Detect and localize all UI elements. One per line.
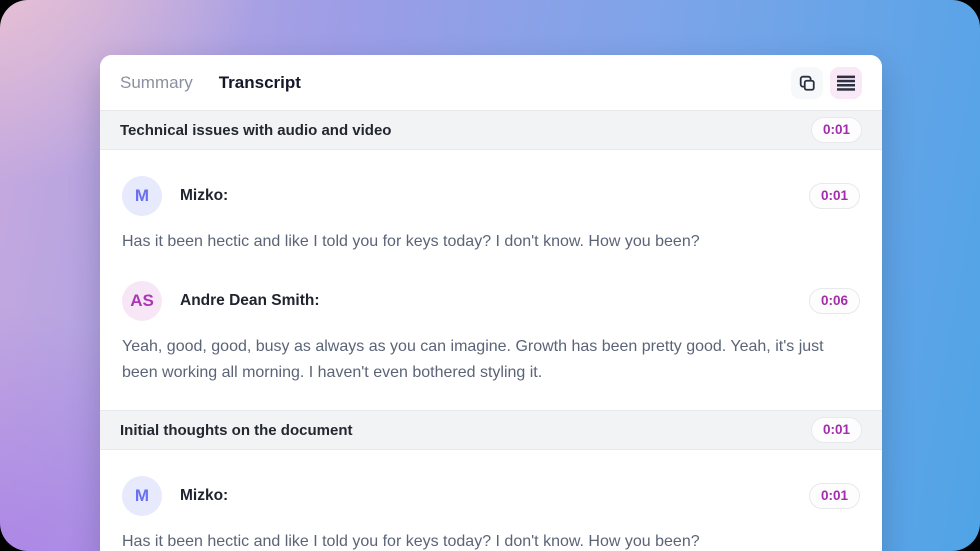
section-messages: M Mizko: 0:01 Has it been hectic and lik…	[100, 150, 882, 410]
section-title: Technical issues with audio and video	[120, 121, 392, 139]
avatar: M	[122, 476, 162, 516]
tab-summary[interactable]: Summary	[120, 73, 193, 93]
section-title: Initial thoughts on the document	[120, 421, 353, 439]
list-view-button[interactable]	[830, 66, 862, 99]
gradient-background: Summary Transcript Technical issues with…	[0, 0, 980, 551]
message-header: AS Andre Dean Smith: 0:06	[122, 281, 860, 321]
message-text: Has it been hectic and like I told you f…	[122, 233, 700, 250]
speaker-name: Mizko:	[180, 487, 229, 504]
message-timestamp-badge[interactable]: 0:01	[808, 183, 860, 209]
section-header-technical-issues[interactable]: Technical issues with audio and video 0:…	[100, 110, 882, 150]
header-actions	[791, 66, 862, 99]
speaker-name: Andre Dean Smith:	[180, 292, 320, 309]
copy-button[interactable]	[791, 66, 823, 99]
transcript-panel: Summary Transcript Technical issues with…	[100, 55, 882, 551]
transcript-section: Technical issues with audio and video 0:…	[100, 110, 882, 410]
avatar: AS	[122, 281, 162, 321]
list-icon	[837, 75, 855, 91]
panel-header: Summary Transcript	[100, 55, 882, 110]
message-andre-1: AS Andre Dean Smith: 0:06 Yeah, good, go…	[100, 255, 882, 386]
message-mizko-2: M Mizko: 0:01 Has it been hectic and lik…	[100, 450, 882, 551]
tab-transcript[interactable]: Transcript	[219, 73, 301, 93]
speaker-name: Mizko:	[180, 187, 229, 204]
message-text: Yeah, good, good, busy as always as you …	[122, 338, 824, 381]
section-timestamp-badge[interactable]: 0:01	[810, 117, 862, 143]
message-timestamp-badge[interactable]: 0:01	[808, 483, 860, 509]
avatar: M	[122, 176, 162, 216]
section-header-initial-thoughts[interactable]: Initial thoughts on the document 0:01	[100, 410, 882, 450]
message-timestamp-badge[interactable]: 0:06	[808, 288, 860, 314]
section-timestamp-badge[interactable]: 0:01	[810, 417, 862, 443]
tab-bar: Summary Transcript	[120, 73, 301, 93]
copy-icon	[798, 74, 816, 92]
message-mizko-1: M Mizko: 0:01 Has it been hectic and lik…	[100, 150, 882, 255]
message-text: Has it been hectic and like I told you f…	[122, 533, 700, 550]
message-header: M Mizko: 0:01	[122, 176, 860, 216]
message-header: M Mizko: 0:01	[122, 476, 860, 516]
section-messages: M Mizko: 0:01 Has it been hectic and lik…	[100, 450, 882, 551]
transcript-section: Initial thoughts on the document 0:01 M …	[100, 410, 882, 551]
